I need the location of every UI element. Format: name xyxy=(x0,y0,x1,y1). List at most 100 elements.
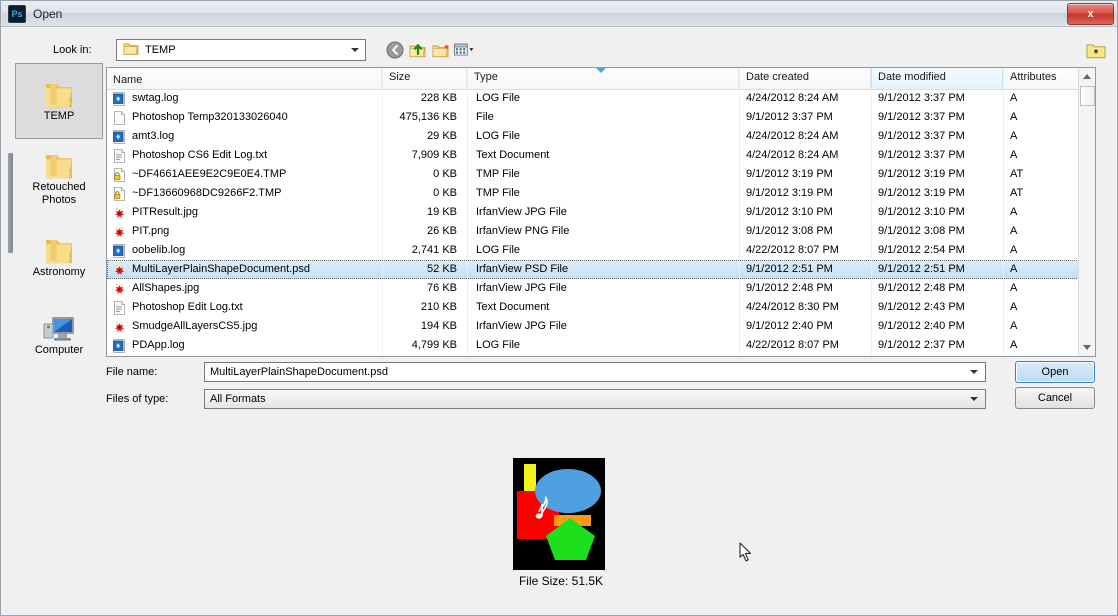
cell-name: MultiLayerPlainShapeDocument.psd xyxy=(107,260,382,279)
column-header-row: Name Size Type Date created Date modifie… xyxy=(107,68,1095,90)
cell-attributes: A xyxy=(1003,146,1081,165)
scroll-up-button[interactable] xyxy=(1079,68,1095,85)
column-header-attributes[interactable]: Attributes xyxy=(1003,68,1081,89)
locked-file-icon xyxy=(113,167,126,182)
photoshop-icon: Ps xyxy=(8,4,26,23)
cell-type: LOG File xyxy=(467,89,739,108)
place-label: Retouched Photos xyxy=(32,181,86,206)
cell-attributes: A xyxy=(1003,203,1081,222)
table-row[interactable]: PITResult.jpg 19 KB IrfanView JPG File 9/1/… xyxy=(107,203,1095,222)
place-item-temp[interactable]: TEMP xyxy=(15,63,103,139)
column-header-date-modified[interactable]: Date modified xyxy=(596,68,1003,89)
chevron-down-icon[interactable] xyxy=(970,397,978,401)
up-folder-button[interactable] xyxy=(407,40,429,60)
column-header-size[interactable]: Size xyxy=(382,68,467,89)
column-header-date-created[interactable]: Date created xyxy=(739,68,871,89)
cell-name: ~DF13660968DC9266F2.TMP xyxy=(107,184,382,203)
folder-icon xyxy=(46,239,72,263)
table-row[interactable]: AllShapes.jpg 76 KB IrfanView JPG File 9/1/… xyxy=(107,279,1095,298)
folder-icon xyxy=(46,83,72,107)
cell-attributes: A xyxy=(1003,127,1081,146)
column-header-name[interactable]: Name xyxy=(107,68,382,89)
cell-type: File xyxy=(467,108,739,127)
cell-name: PIT.png xyxy=(107,222,382,241)
filename-label: File name: xyxy=(106,366,158,378)
table-row[interactable]: PIT.png 26 KB IrfanView PNG File 9/1/2012 3… xyxy=(107,222,1095,241)
favorite-folder-button[interactable] xyxy=(1085,41,1107,63)
folder-icon xyxy=(123,42,139,59)
cell-name: swtag.log xyxy=(107,89,382,108)
table-row[interactable]: Photoshop CS6 Edit Log.txt 7,909 KB Text D… xyxy=(107,146,1095,165)
table-row[interactable]: MultiLayerPlainShapeDocument.psd 52 KB Irf… xyxy=(107,260,1095,279)
table-row[interactable]: SmudgeAllLayersCS5.jpg 194 KB IrfanView JP… xyxy=(107,317,1095,336)
cell-date-created: 4/24/2012 8:24 AM xyxy=(739,127,871,146)
table-row[interactable]: amt3.log 29 KB LOG File 4/24/2012 8:24 AM 9/… xyxy=(107,127,1095,146)
table-row[interactable]: ~DF4661AEE9E2C9E0E4.TMP 0 KB TMP File 9/1/2… xyxy=(107,165,1095,184)
chevron-down-icon[interactable] xyxy=(970,370,978,374)
mouse-cursor xyxy=(739,542,753,565)
cell-attributes: A xyxy=(1003,317,1081,336)
preview-shapes xyxy=(513,458,605,570)
favorite-folder-icon xyxy=(1086,44,1106,59)
table-row[interactable]: oobelib.log 2,741 KB LOG File 4/22/2012 8:0… xyxy=(107,241,1095,260)
table-row[interactable]: Photoshop Temp320133026040 475,136 KB File… xyxy=(107,108,1095,127)
filetype-dropdown[interactable]: All Formats xyxy=(204,389,986,409)
cell-name-label: AllShapes.jpg xyxy=(132,282,200,294)
cell-type: LOG File xyxy=(467,241,739,260)
cell-date-created: 9/1/2012 2:48 PM xyxy=(739,279,871,298)
views-button[interactable] xyxy=(454,40,476,60)
chevron-down-icon xyxy=(351,48,359,52)
place-item-computer[interactable]: Computer xyxy=(15,297,103,373)
table-row[interactable]: PDApp.log 4,799 KB LOG File 4/22/2012 8:07 … xyxy=(107,336,1095,355)
place-item-retouched-photos[interactable]: Retouched Photos xyxy=(15,141,103,217)
cell-name-label: oobelib.log xyxy=(132,244,186,256)
file-list-scrollbar[interactable] xyxy=(1078,68,1095,356)
cell-name-label: PIT.png xyxy=(132,225,170,237)
scroll-down-button[interactable] xyxy=(1079,339,1095,356)
cell-name: SmudgeAllLayersCS5.jpg xyxy=(107,317,382,336)
cell-type: TMP File xyxy=(467,165,739,184)
locked-file-icon xyxy=(113,186,126,201)
open-button[interactable]: Open xyxy=(1015,361,1095,383)
cell-date-created: 4/24/2012 8:30 PM xyxy=(739,298,871,317)
cell-size: 194 KB xyxy=(382,317,467,336)
cell-name: PITResult.jpg xyxy=(107,203,382,222)
cell-name-label: PITResult.jpg xyxy=(132,206,199,218)
lookin-dropdown[interactable]: TEMP xyxy=(116,39,366,61)
cell-date-modified: 9/1/2012 3:37 PM xyxy=(871,108,1003,127)
table-row[interactable]: ~DF13660968DC9266F2.TMP 0 KB TMP File 9/1/2… xyxy=(107,184,1095,203)
log-file-icon xyxy=(113,91,126,106)
file-rows-container[interactable]: swtag.log 228 KB LOG File 4/24/2012 8:24 AM… xyxy=(107,89,1095,356)
file-list-pane[interactable]: Name Size Type Date created Date modifie… xyxy=(106,67,1096,357)
new-folder-button[interactable] xyxy=(430,40,452,60)
scrollbar-thumb[interactable] xyxy=(1080,86,1095,106)
cell-attributes: A xyxy=(1003,108,1081,127)
cell-size: 210 KB xyxy=(382,298,467,317)
back-button[interactable] xyxy=(384,40,406,60)
blue-ellipse xyxy=(535,469,601,513)
cell-date-modified: 9/1/2012 2:54 PM xyxy=(871,241,1003,260)
cell-name-label: Photoshop Edit Log.txt xyxy=(132,301,243,313)
cell-attributes: A xyxy=(1003,279,1081,298)
image-preview xyxy=(513,458,605,570)
cancel-button[interactable]: Cancel xyxy=(1015,387,1095,409)
table-row[interactable]: swtag.log 228 KB LOG File 4/24/2012 8:24 AM… xyxy=(107,89,1095,108)
table-row[interactable]: Photoshop Edit Log.txt 210 KB Text Documen… xyxy=(107,298,1095,317)
places-splitter[interactable] xyxy=(8,153,13,253)
log-file-icon xyxy=(113,338,126,353)
chevron-down-icon xyxy=(1083,345,1091,350)
filename-input[interactable]: MultiLayerPlainShapeDocument.psd xyxy=(204,362,986,382)
close-button[interactable]: x xyxy=(1067,3,1114,25)
cell-date-created: 9/1/2012 2:51 PM xyxy=(739,260,871,279)
cell-type: TMP File xyxy=(467,184,739,203)
cell-size: 475,136 KB xyxy=(382,108,467,127)
places-bar: TEMP Retouched Photos Astronomy Computer xyxy=(15,63,107,363)
file-size-label: File Size: 51.5K xyxy=(518,574,604,588)
cell-date-created: 4/24/2012 8:24 AM xyxy=(739,146,871,165)
cell-attributes: A xyxy=(1003,222,1081,241)
cell-name-label: SmudgeAllLayersCS5.jpg xyxy=(132,320,258,332)
cell-date-modified: 9/1/2012 3:37 PM xyxy=(871,89,1003,108)
preview-canvas xyxy=(513,458,605,570)
cell-name-label: Photoshop Temp320133026040 xyxy=(132,111,288,123)
place-item-astronomy[interactable]: Astronomy xyxy=(15,219,103,295)
